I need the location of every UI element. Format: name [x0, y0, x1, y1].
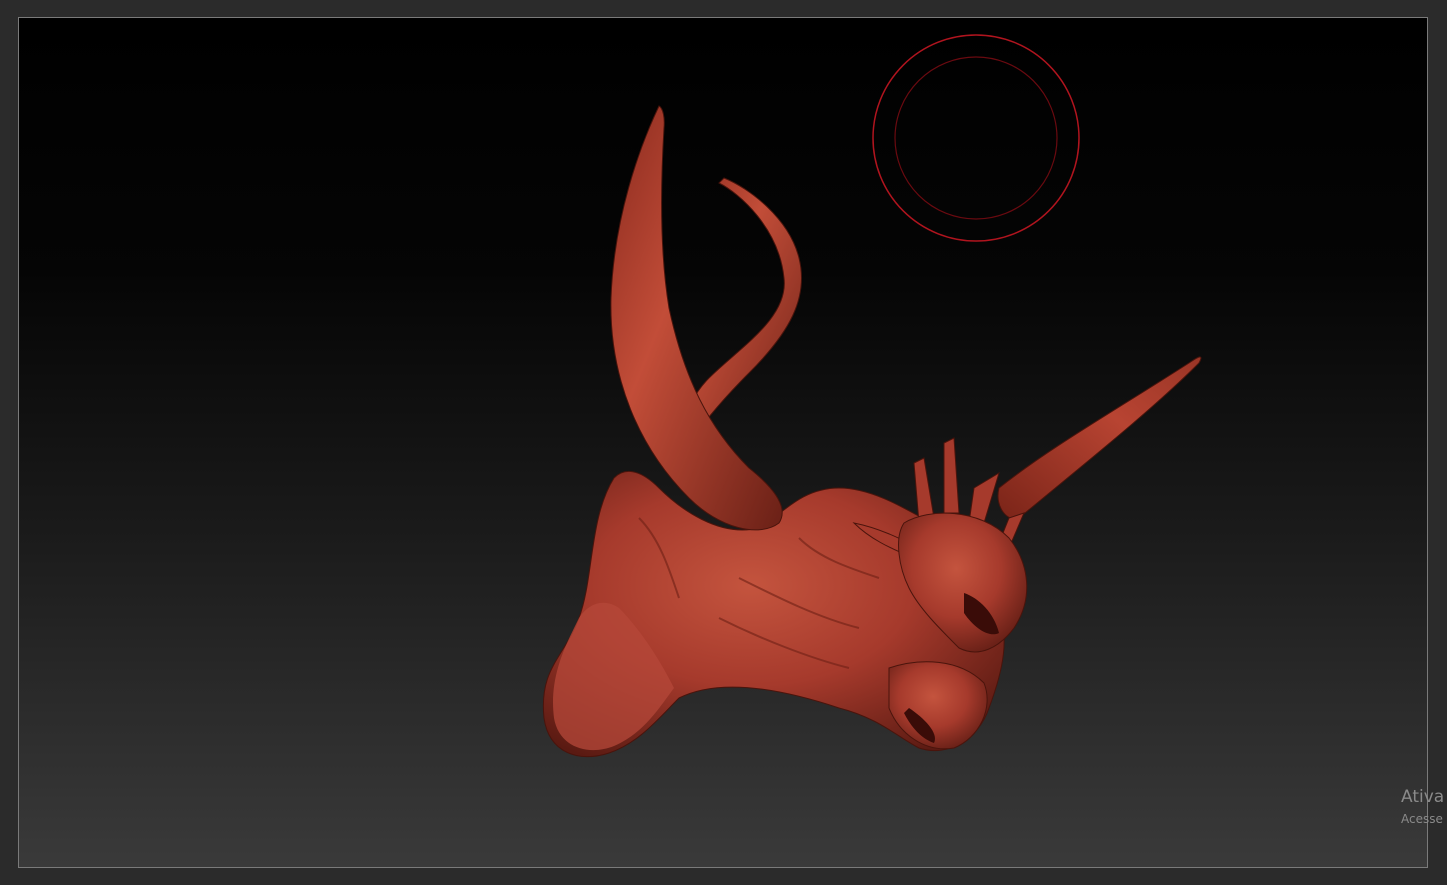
activation-watermark: Ativa Acesse [1401, 786, 1447, 828]
sculpted-creature-model[interactable] [19, 18, 1428, 868]
zbrush-window: Ativa Acesse [0, 0, 1447, 885]
brush-cursor-rings [872, 34, 1080, 242]
brush-inner-ring [894, 56, 1058, 220]
brush-outer-ring [872, 34, 1080, 242]
watermark-title: Ativa [1401, 787, 1445, 807]
watermark-subtitle: Acesse [1401, 812, 1443, 826]
spike-horn [997, 356, 1202, 520]
3d-viewport-canvas[interactable] [18, 17, 1428, 868]
large-horn [610, 105, 783, 531]
